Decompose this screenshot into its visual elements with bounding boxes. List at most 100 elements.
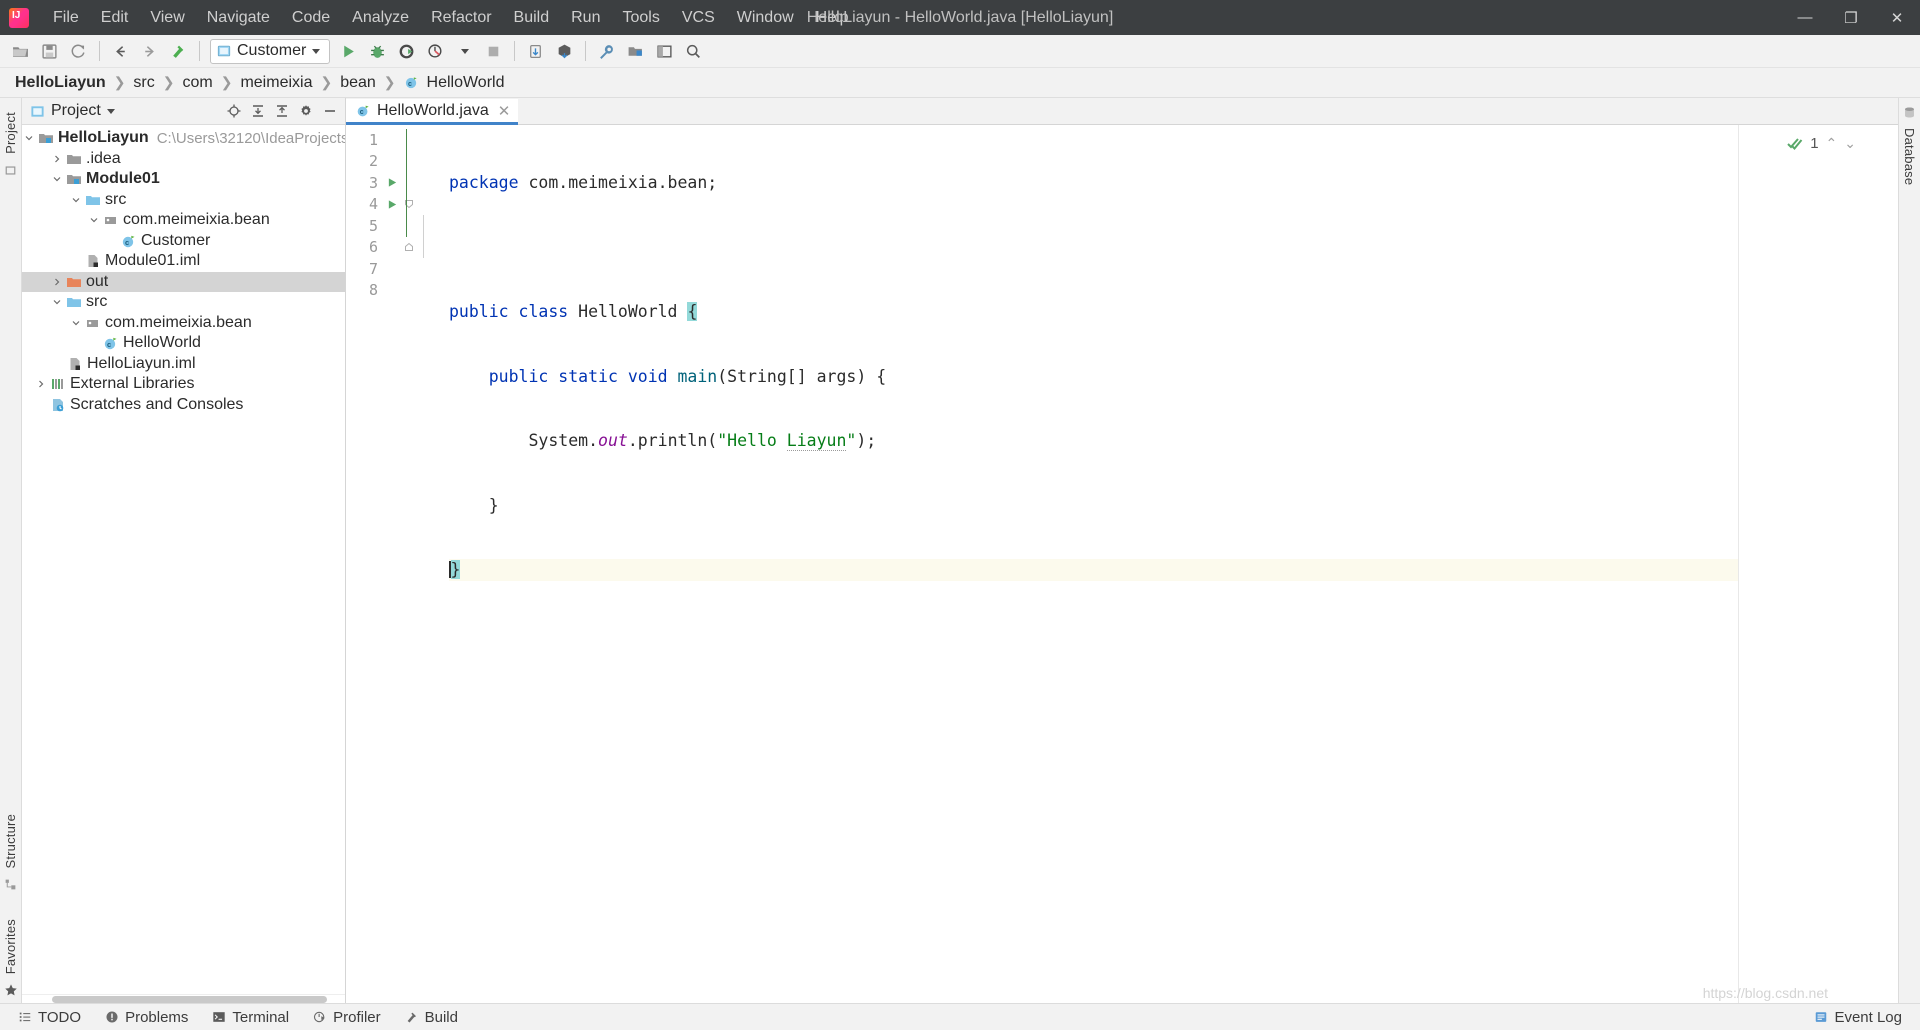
menu-window[interactable]: Window bbox=[726, 5, 805, 31]
fold-marker-end[interactable] bbox=[401, 237, 417, 259]
line-number: 2 bbox=[346, 151, 383, 173]
project-tree-horizontal-scrollbar[interactable] bbox=[22, 994, 345, 1003]
code-editor[interactable]: package com.meimeixia.bean; public class… bbox=[401, 125, 1738, 1003]
chevron-right-icon[interactable] bbox=[50, 277, 64, 287]
chevron-right-icon[interactable] bbox=[50, 154, 64, 164]
tree-row-out[interactable]: out bbox=[22, 272, 345, 293]
sync-icon[interactable] bbox=[65, 38, 92, 65]
chevron-down-icon[interactable] bbox=[107, 109, 115, 114]
tree-row-scratches-and-consoles[interactable]: Scratches and Consoles bbox=[22, 395, 345, 416]
scrollbar-thumb[interactable] bbox=[52, 996, 327, 1003]
code-text[interactable]: package com.meimeixia.bean; public class… bbox=[401, 125, 1738, 688]
tree-row-customer[interactable]: c Customer bbox=[22, 231, 345, 252]
back-arrow-icon[interactable] bbox=[107, 38, 134, 65]
status-terminal-button[interactable]: Terminal bbox=[200, 1006, 301, 1029]
inspection-widget[interactable]: 1 ⌃ ⌄ bbox=[1787, 135, 1856, 152]
menu-edit[interactable]: Edit bbox=[90, 5, 140, 31]
open-folder-icon[interactable] bbox=[7, 38, 34, 65]
hide-icon[interactable] bbox=[319, 100, 341, 122]
run-gutter-marker-class[interactable] bbox=[383, 172, 401, 194]
chevron-down-icon[interactable] bbox=[50, 297, 64, 307]
no-errors-check-icon[interactable] bbox=[1787, 136, 1803, 152]
debug-icon[interactable] bbox=[364, 38, 391, 65]
tree-row-external-libraries[interactable]: External Libraries bbox=[22, 374, 345, 395]
menu-refactor[interactable]: Refactor bbox=[420, 5, 502, 31]
tree-row-module01-iml[interactable]: Module01.iml bbox=[22, 251, 345, 272]
project-tree[interactable]: HelloLiayun C:\Users\32120\IdeaProjects\… bbox=[22, 125, 345, 994]
locate-target-icon[interactable] bbox=[223, 100, 245, 122]
rail-tab-database[interactable]: Database bbox=[1900, 122, 1919, 191]
tree-row-package[interactable]: com.meimeixia.bean bbox=[22, 313, 345, 334]
chevron-down-icon[interactable]: ⌄ bbox=[1844, 135, 1856, 152]
close-icon[interactable]: ✕ bbox=[498, 102, 511, 120]
forward-arrow-icon[interactable] bbox=[136, 38, 163, 65]
menu-vcs[interactable]: VCS bbox=[671, 5, 726, 31]
menu-file[interactable]: File bbox=[42, 5, 90, 31]
save-icon[interactable] bbox=[36, 38, 63, 65]
menu-navigate[interactable]: Navigate bbox=[196, 5, 281, 31]
package-icon[interactable] bbox=[551, 38, 578, 65]
breadcrumb-item-com[interactable]: com bbox=[179, 74, 215, 92]
menu-view[interactable]: View bbox=[139, 5, 195, 31]
rail-tab-project[interactable]: Project bbox=[1, 106, 20, 160]
tree-row-helloworld[interactable]: c HelloWorld bbox=[22, 333, 345, 354]
status-problems-button[interactable]: Problems bbox=[93, 1006, 200, 1029]
breadcrumb-item-meimeixia[interactable]: meimeixia bbox=[237, 74, 315, 92]
build-hammer-icon[interactable] bbox=[165, 38, 192, 65]
menu-code[interactable]: Code bbox=[281, 5, 341, 31]
chevron-down-icon[interactable] bbox=[87, 215, 101, 225]
run-icon[interactable] bbox=[335, 38, 362, 65]
chevron-down-icon[interactable] bbox=[69, 318, 83, 328]
collapse-all-icon[interactable] bbox=[271, 100, 293, 122]
fold-marker-expanded[interactable] bbox=[401, 194, 417, 216]
close-button[interactable]: ✕ bbox=[1874, 0, 1920, 35]
gear-icon[interactable] bbox=[295, 100, 317, 122]
status-todo-button[interactable]: TODO bbox=[6, 1006, 93, 1029]
run-configuration-selector[interactable]: Customer bbox=[210, 39, 330, 64]
chevron-down-icon[interactable] bbox=[22, 133, 36, 143]
expand-all-icon[interactable] bbox=[247, 100, 269, 122]
breadcrumb-item-helloworld[interactable]: HelloWorld bbox=[424, 74, 508, 92]
code-folding-column[interactable] bbox=[401, 129, 417, 258]
chevron-down-icon[interactable] bbox=[50, 174, 64, 184]
intellij-logo-icon bbox=[4, 8, 34, 28]
menu-tools[interactable]: Tools bbox=[611, 5, 670, 31]
tree-row-src[interactable]: src bbox=[22, 292, 345, 313]
menu-help[interactable]: Help bbox=[805, 5, 860, 31]
menu-bar[interactable]: File Edit View Navigate Code Analyze Ref… bbox=[42, 0, 860, 35]
chevron-up-icon[interactable]: ⌃ bbox=[1826, 135, 1838, 152]
chevron-right-icon[interactable] bbox=[34, 379, 48, 389]
editor-tab-helloworld-java[interactable]: c HelloWorld.java ✕ bbox=[346, 99, 518, 125]
minimize-button[interactable]: — bbox=[1782, 0, 1828, 35]
run-with-coverage-icon[interactable] bbox=[393, 38, 420, 65]
breadcrumb-item-src[interactable]: src bbox=[130, 74, 157, 92]
status-profiler-button[interactable]: Profiler bbox=[301, 1006, 393, 1029]
chevron-down-icon[interactable] bbox=[69, 195, 83, 205]
layout-icon[interactable] bbox=[651, 38, 678, 65]
breadcrumb-item-bean[interactable]: bean bbox=[337, 74, 379, 92]
tree-row-helloliayun[interactable]: HelloLiayun C:\Users\32120\IdeaProjects\… bbox=[22, 128, 345, 149]
breadcrumb-item-project[interactable]: HelloLiayun bbox=[12, 74, 109, 92]
rail-tab-structure[interactable]: Structure bbox=[1, 808, 20, 875]
update-project-icon[interactable] bbox=[522, 38, 549, 65]
chevron-down-icon[interactable] bbox=[312, 49, 320, 54]
profile-dropdown-icon[interactable] bbox=[451, 38, 478, 65]
profile-icon[interactable] bbox=[422, 38, 449, 65]
menu-run[interactable]: Run bbox=[560, 5, 611, 31]
run-gutter-marker-main[interactable] bbox=[383, 194, 401, 216]
status-build-button[interactable]: Build bbox=[393, 1006, 470, 1029]
tree-row-helloliayun-iml[interactable]: HelloLiayun.iml bbox=[22, 354, 345, 375]
tree-row-idea[interactable]: .idea bbox=[22, 149, 345, 170]
tree-row-module01-package[interactable]: com.meimeixia.bean bbox=[22, 210, 345, 231]
menu-build[interactable]: Build bbox=[503, 5, 561, 31]
rail-tab-favorites[interactable]: Favorites bbox=[1, 913, 20, 980]
settings-wrench-icon[interactable] bbox=[593, 38, 620, 65]
search-icon[interactable] bbox=[680, 38, 707, 65]
project-structure-icon[interactable] bbox=[622, 38, 649, 65]
tree-row-module01-src[interactable]: src bbox=[22, 190, 345, 211]
menu-analyze[interactable]: Analyze bbox=[341, 5, 420, 31]
stop-icon[interactable] bbox=[480, 38, 507, 65]
event-log-button[interactable]: Event Log bbox=[1802, 1006, 1914, 1029]
maximize-button[interactable]: ❐ bbox=[1828, 0, 1874, 35]
tree-row-module01[interactable]: Module01 bbox=[22, 169, 345, 190]
